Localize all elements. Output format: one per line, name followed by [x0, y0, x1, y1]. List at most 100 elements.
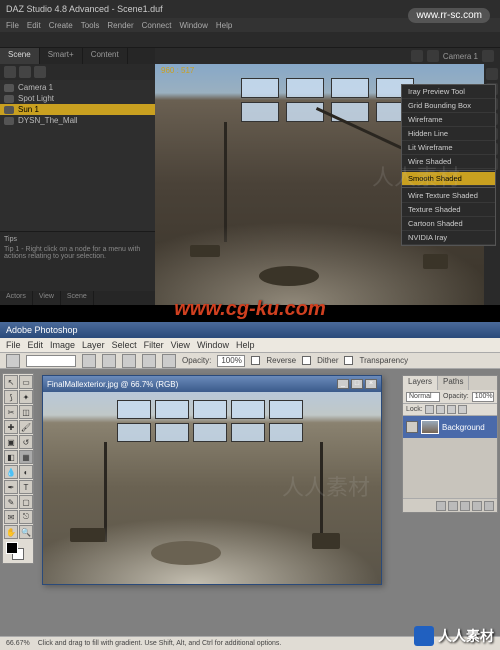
vp-header-icon[interactable] — [482, 50, 494, 62]
wand-tool[interactable]: ✦ — [19, 390, 33, 404]
notes-tool[interactable]: ✉ — [4, 510, 18, 524]
gradient-tool[interactable]: ▦ — [19, 450, 33, 464]
minimize-button[interactable]: _ — [337, 379, 349, 389]
scene-item-camera[interactable]: Camera 1 — [4, 82, 151, 93]
ps-menu-layer[interactable]: Layer — [82, 340, 105, 350]
ctx-iray-preview[interactable]: Iray Preview Tool — [402, 85, 495, 99]
ps-menu-edit[interactable]: Edit — [28, 340, 44, 350]
blur-tool[interactable]: 💧 — [4, 465, 18, 479]
shape-tool[interactable]: ▢ — [19, 495, 33, 509]
daz-menu-window[interactable]: Window — [179, 21, 207, 30]
blend-mode-select[interactable]: Normal — [406, 392, 440, 402]
close-button[interactable]: × — [365, 379, 377, 389]
lock-transparency-icon[interactable] — [425, 405, 434, 414]
eyedropper-tool[interactable]: ⎋ — [19, 510, 33, 524]
vp-camera-label[interactable]: Camera 1 — [443, 52, 478, 61]
type-tool[interactable]: T — [19, 480, 33, 494]
scene-tool-icon[interactable] — [4, 66, 16, 78]
ctx-bbox[interactable]: Grid Bounding Box — [402, 99, 495, 113]
daz-tab-scene[interactable]: Scene — [0, 48, 40, 64]
history-brush-tool[interactable]: ↺ — [19, 435, 33, 449]
ps-menu-window[interactable]: Window — [197, 340, 229, 350]
transparency-checkbox[interactable] — [344, 356, 353, 365]
vp-header-icon[interactable] — [427, 50, 439, 62]
slice-tool[interactable]: ◫ — [19, 405, 33, 419]
dither-checkbox[interactable] — [302, 356, 311, 365]
daz-tab-content[interactable]: Content — [83, 48, 128, 64]
daz-menu-file[interactable]: File — [6, 21, 19, 30]
reverse-checkbox[interactable] — [251, 356, 260, 365]
daz-menu-help[interactable]: Help — [216, 21, 232, 30]
lasso-tool[interactable]: ⟆ — [4, 390, 18, 404]
visibility-icon[interactable] — [4, 106, 14, 114]
status-zoom[interactable]: 66.67% — [6, 640, 30, 647]
stamp-tool[interactable]: ▣ — [4, 435, 18, 449]
lock-image-icon[interactable] — [436, 405, 445, 414]
ctx-texture-shaded[interactable]: Texture Shaded — [402, 203, 495, 217]
ps-menu-image[interactable]: Image — [50, 340, 75, 350]
daz-menu-connect[interactable]: Connect — [142, 21, 172, 30]
daz-menu-render[interactable]: Render — [107, 21, 133, 30]
heal-tool[interactable]: ✚ — [4, 420, 18, 434]
layer-thumbnail[interactable] — [421, 420, 439, 434]
layer-background[interactable]: Background — [403, 416, 497, 438]
delete-layer-icon[interactable] — [484, 501, 494, 511]
ps-menu-help[interactable]: Help — [236, 340, 255, 350]
gradient-linear-icon[interactable] — [82, 354, 96, 368]
marquee-tool[interactable]: ▭ — [19, 375, 33, 389]
daz-tab-smart[interactable]: Smart+ — [40, 48, 83, 64]
visibility-icon[interactable] — [4, 95, 14, 103]
scene-item-spotlight[interactable]: Spot Light — [4, 93, 151, 104]
gradient-tool-icon[interactable] — [6, 354, 20, 368]
gradient-preview[interactable] — [26, 355, 76, 367]
daz-menu-create[interactable]: Create — [49, 21, 73, 30]
daz-menu-edit[interactable]: Edit — [27, 21, 41, 30]
lock-position-icon[interactable] — [447, 405, 456, 414]
ps-menu-select[interactable]: Select — [112, 340, 137, 350]
ps-menu-file[interactable]: File — [6, 340, 21, 350]
color-swatches[interactable] — [4, 542, 33, 562]
doc-titlebar[interactable]: FinalMallexterior.jpg @ 66.7% (RGB) _ □ … — [43, 376, 381, 392]
zoom-tool[interactable]: 🔍 — [19, 525, 33, 539]
new-folder-icon[interactable] — [460, 501, 470, 511]
ps-menu-view[interactable]: View — [171, 340, 190, 350]
scene-tool-icon[interactable] — [19, 66, 31, 78]
layer-style-icon[interactable] — [436, 501, 446, 511]
move-tool[interactable]: ↖ — [4, 375, 18, 389]
layer-mask-icon[interactable] — [448, 501, 458, 511]
layer-visibility-icon[interactable] — [406, 421, 418, 433]
scene-item-sun[interactable]: Sun 1 — [0, 104, 155, 115]
lock-all-icon[interactable] — [458, 405, 467, 414]
vp-header-icon[interactable] — [411, 50, 423, 62]
ctx-lit-wireframe[interactable]: Lit Wireframe — [402, 141, 495, 155]
ctx-nvidia-iray[interactable]: NVIDIA Iray — [402, 231, 495, 245]
scene-item-mall[interactable]: DYSN_The_Mall — [4, 115, 151, 126]
visibility-icon[interactable] — [4, 117, 14, 125]
dodge-tool[interactable]: ◐ — [19, 465, 33, 479]
layer-opacity-field[interactable]: 100% — [472, 392, 494, 402]
foreground-color[interactable] — [6, 542, 18, 554]
ctx-cartoon[interactable]: Cartoon Shaded — [402, 217, 495, 231]
scene-tool-icon[interactable] — [34, 66, 46, 78]
crop-tool[interactable]: ✂ — [4, 405, 18, 419]
pen-tool[interactable]: ✎ — [4, 495, 18, 509]
vp-tool-icon[interactable] — [486, 68, 498, 80]
hand-tool[interactable]: ✋ — [4, 525, 18, 539]
gradient-reflected-icon[interactable] — [142, 354, 156, 368]
visibility-icon[interactable] — [4, 84, 14, 92]
ctx-wireframe[interactable]: Wireframe — [402, 113, 495, 127]
path-tool[interactable]: ✒ — [4, 480, 18, 494]
brush-tool[interactable]: 🖌 — [19, 420, 33, 434]
ctx-hidden-line[interactable]: Hidden Line — [402, 127, 495, 141]
ps-menu-filter[interactable]: Filter — [144, 340, 164, 350]
opacity-field[interactable]: 100% — [217, 355, 245, 367]
daz-menu-tools[interactable]: Tools — [81, 21, 100, 30]
paths-tab[interactable]: Paths — [438, 376, 469, 390]
gradient-angle-icon[interactable] — [122, 354, 136, 368]
new-layer-icon[interactable] — [472, 501, 482, 511]
gradient-diamond-icon[interactable] — [162, 354, 176, 368]
gradient-radial-icon[interactable] — [102, 354, 116, 368]
maximize-button[interactable]: □ — [351, 379, 363, 389]
layers-tab[interactable]: Layers — [403, 376, 438, 390]
eraser-tool[interactable]: ◧ — [4, 450, 18, 464]
